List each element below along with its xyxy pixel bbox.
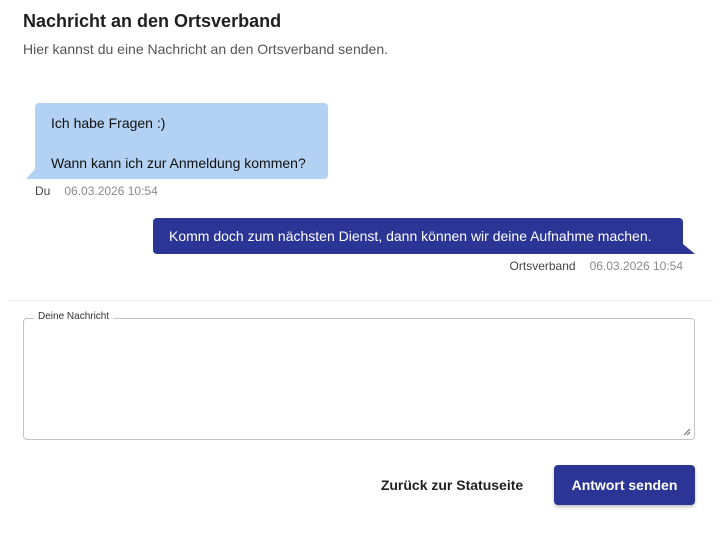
send-reply-button[interactable]: Antwort senden — [554, 465, 695, 505]
message-field: Deine Nachricht — [23, 311, 695, 440]
message-textarea[interactable] — [32, 329, 686, 433]
message-sender: Ortsverband — [509, 259, 576, 273]
back-to-status-button[interactable]: Zurück zur Statuseite — [369, 466, 535, 504]
message-sender: Du — [35, 184, 51, 198]
message-page: Nachricht an den Ortsverband Hier kannst… — [0, 0, 721, 538]
message-timestamp: 06.03.2026 10:54 — [589, 259, 683, 273]
message-timestamp: 06.03.2026 10:54 — [64, 184, 158, 198]
message-bubble-incoming: Ich habe Fragen :) Wann kann ich zur Anm… — [26, 103, 328, 179]
page-title: Nachricht an den Ortsverband — [23, 11, 282, 31]
page-subtitle: Hier kannst du eine Nachricht an den Ort… — [23, 41, 388, 57]
message-line: Komm doch zum nächsten Dienst, dann könn… — [169, 228, 652, 244]
message-meta: Du 06.03.2026 10:54 — [35, 184, 158, 198]
message-field-label: Deine Nachricht — [34, 311, 114, 322]
message-line: Wann kann ich zur Anmeldung kommen? — [51, 155, 306, 171]
bubble-tail — [683, 244, 695, 254]
message-line: Ich habe Fragen :) — [51, 115, 166, 131]
message-bubble-outgoing: Komm doch zum nächsten Dienst, dann könn… — [153, 218, 695, 254]
bubble-tail — [26, 169, 35, 179]
message-meta: Ortsverband 06.03.2026 10:54 — [510, 259, 683, 273]
divider — [8, 300, 713, 301]
resize-handle-icon[interactable] — [683, 428, 691, 436]
